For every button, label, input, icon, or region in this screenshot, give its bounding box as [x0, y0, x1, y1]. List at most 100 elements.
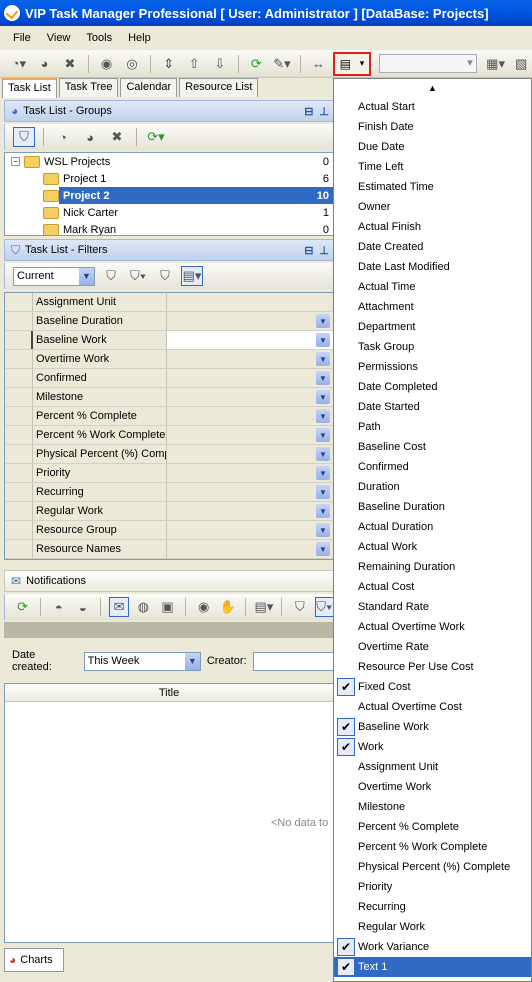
- creator-input[interactable]: [252, 651, 334, 671]
- menu-item[interactable]: Baseline Duration: [334, 497, 531, 517]
- filter-row-value[interactable]: ▼: [167, 483, 333, 501]
- menu-item[interactable]: Finish Date: [334, 117, 531, 137]
- filter-row-value[interactable]: ▼: [167, 464, 333, 482]
- current-filter-select[interactable]: Current ▼: [13, 266, 95, 286]
- filter-groups-icon[interactable]: ⛉: [13, 127, 35, 147]
- chevron-down-icon[interactable]: ▼: [316, 447, 330, 461]
- menu-item[interactable]: Actual Overtime Cost: [334, 697, 531, 717]
- tab-task-tree[interactable]: Task Tree: [58, 78, 119, 97]
- menu-item[interactable]: Actual Finish: [334, 217, 531, 237]
- menu-item[interactable]: Assignment Unit: [334, 757, 531, 777]
- collapse-panel-icon[interactable]: ⊟: [304, 244, 313, 257]
- menu-item[interactable]: Percent % Complete: [334, 817, 531, 837]
- menu-item[interactable]: Actual Work: [334, 537, 531, 557]
- menu-item[interactable]: Actual Start: [334, 97, 531, 117]
- menu-item[interactable]: Actual Time: [334, 277, 531, 297]
- menu-item[interactable]: ✔ Baseline Work: [334, 717, 531, 737]
- filter-columns-icon[interactable]: ▤▾: [181, 266, 203, 286]
- filter-row-active[interactable]: Baseline Work ▼: [5, 331, 333, 350]
- filter-row-value[interactable]: [167, 293, 333, 311]
- menu-item[interactable]: Owner: [334, 197, 531, 217]
- filter-row[interactable]: Percent % Complete ▼: [5, 407, 333, 426]
- menu-item[interactable]: Date Created: [334, 237, 531, 257]
- outbox-icon[interactable]: ◍: [134, 597, 153, 617]
- menu-item[interactable]: Overtime Work: [334, 777, 531, 797]
- tree-node-root[interactable]: − WSL Projects 0: [5, 153, 333, 170]
- mark-read-icon[interactable]: ◓: [49, 597, 68, 617]
- tree-node[interactable]: Project 1 6: [5, 170, 333, 187]
- tab-task-list[interactable]: Task List: [2, 78, 57, 98]
- filter-row-value[interactable]: ▼: [167, 445, 333, 463]
- menu-item[interactable]: Actual Overtime Work: [334, 617, 531, 637]
- chevron-down-icon[interactable]: ▼: [316, 314, 330, 328]
- menu-item[interactable]: Actual Duration: [334, 517, 531, 537]
- filter-row[interactable]: Recurring ▼: [5, 483, 333, 502]
- fit-columns-icon[interactable]: ↔: [308, 54, 330, 74]
- refresh-groups-icon[interactable]: ⟳▾: [145, 127, 167, 147]
- export-icon[interactable]: ▧: [510, 54, 532, 74]
- filter-row[interactable]: Baseline Duration ▼: [5, 312, 333, 331]
- move-updown-icon[interactable]: ⇕: [158, 54, 180, 74]
- scroll-up-icon[interactable]: ▲: [334, 79, 531, 97]
- task-properties-icon[interactable]: ◎: [121, 54, 143, 74]
- view-task-icon[interactable]: ◉: [96, 54, 118, 74]
- menu-item[interactable]: Estimated Time: [334, 177, 531, 197]
- menu-item[interactable]: Date Started: [334, 397, 531, 417]
- menu-item[interactable]: Task Group: [334, 337, 531, 357]
- comment-icon[interactable]: ✎▾: [271, 54, 293, 74]
- menu-item[interactable]: Date Completed: [334, 377, 531, 397]
- filter-row-value[interactable]: ▼: [167, 369, 333, 387]
- menu-item[interactable]: Remaining Duration: [334, 557, 531, 577]
- charts-tab[interactable]: ◕ Charts: [4, 948, 64, 972]
- filter-icon[interactable]: ⛉▾: [314, 597, 334, 617]
- chevron-down-icon[interactable]: ▼: [316, 523, 330, 537]
- tree-node[interactable]: Nick Carter 1: [5, 204, 333, 221]
- tab-calendar[interactable]: Calendar: [120, 78, 178, 97]
- chevron-down-icon[interactable]: ▼: [316, 485, 330, 499]
- filter-row-value[interactable]: ▼: [167, 502, 333, 520]
- filter-row-value[interactable]: ▼: [167, 521, 333, 539]
- date-created-select[interactable]: This Week ▼: [83, 651, 201, 671]
- chevron-down-icon[interactable]: ▼: [316, 371, 330, 385]
- menu-help[interactable]: Help: [125, 32, 154, 44]
- menu-item[interactable]: Time Left: [334, 157, 531, 177]
- new-group-icon[interactable]: ◔: [52, 127, 74, 147]
- menu-item[interactable]: Duration: [334, 477, 531, 497]
- filter-clear-icon[interactable]: ⛉: [154, 266, 176, 286]
- menu-item[interactable]: Baseline Cost: [334, 437, 531, 457]
- menu-item[interactable]: Percent % Work Complete: [334, 837, 531, 857]
- chevron-down-icon[interactable]: ▼: [316, 409, 330, 423]
- columns-icon[interactable]: ▤▾: [254, 597, 273, 617]
- column-chooser-button[interactable]: ▤ ▾: [333, 51, 371, 76]
- filter-add-icon[interactable]: ⛉: [100, 266, 122, 286]
- edit-group-icon[interactable]: ◕: [79, 127, 101, 147]
- tree-node[interactable]: Mark Ryan 0: [5, 221, 333, 235]
- menu-item[interactable]: ✔ Text 1: [334, 957, 531, 977]
- menu-item[interactable]: Due Date: [334, 137, 531, 157]
- menu-item[interactable]: Resource Per Use Cost: [334, 657, 531, 677]
- pin-icon[interactable]: ⊥: [319, 105, 329, 118]
- window-titlebar[interactable]: VIP Task Manager Professional [ User: Ad…: [0, 0, 532, 26]
- filter-row[interactable]: Overtime Work ▼: [5, 350, 333, 369]
- menu-item[interactable]: Milestone: [334, 797, 531, 817]
- menu-item[interactable]: Physical Percent (%) Complete: [334, 857, 531, 877]
- edit-task-icon[interactable]: ◕: [34, 54, 56, 74]
- menu-item[interactable]: Standard Rate: [334, 597, 531, 617]
- filter-row-value[interactable]: ▼: [167, 540, 333, 558]
- menu-item[interactable]: ✔ Work: [334, 737, 531, 757]
- menu-tools[interactable]: Tools: [83, 32, 115, 44]
- chevron-down-icon[interactable]: ▼: [316, 504, 330, 518]
- chevron-down-icon[interactable]: ▼: [316, 428, 330, 442]
- menu-item[interactable]: Attachment: [334, 297, 531, 317]
- move-down-icon[interactable]: ⇩: [209, 54, 231, 74]
- filter-row-value[interactable]: ▼: [167, 388, 333, 406]
- chevron-down-icon[interactable]: ▼: [316, 542, 330, 556]
- filter-row-value[interactable]: ▼: [167, 331, 333, 349]
- filter-row[interactable]: Resource Names ▼: [5, 540, 333, 559]
- inbox-icon[interactable]: ✉: [109, 597, 129, 617]
- menu-item[interactable]: Confirmed: [334, 457, 531, 477]
- filter-row-value[interactable]: ▼: [167, 426, 333, 444]
- menu-item[interactable]: ✔ Fixed Cost: [334, 677, 531, 697]
- menu-item[interactable]: Priority: [334, 877, 531, 897]
- menu-item[interactable]: Permissions: [334, 357, 531, 377]
